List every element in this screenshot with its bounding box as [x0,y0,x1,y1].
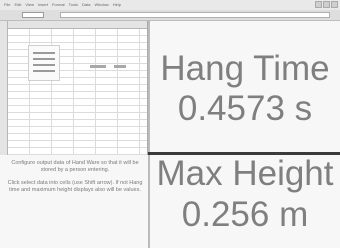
close-icon[interactable] [331,1,338,8]
maximize-icon[interactable] [323,1,330,8]
menu-item-window[interactable]: Window [94,0,108,10]
instructions-paragraph-2: Click select data into cells (use Shift … [7,180,143,193]
data-cell [90,65,106,68]
instructions-text: Configure output data of Hand Ware so th… [6,160,144,246]
hang-time-value: 0.4573 s [177,89,313,128]
instructions-paragraph-1: Configure output data of Hand Ware so th… [11,160,139,173]
data-cell [33,52,55,54]
spreadsheet-grid[interactable] [0,21,148,155]
menu-item-view[interactable]: View [25,0,34,10]
data-cell [33,58,55,60]
menu-item-tools[interactable]: Tools [69,0,78,10]
max-height-title: Max Height [156,154,334,193]
row-headers[interactable] [0,21,8,155]
spreadsheet-window: File Edit View Insert Format Tools Data … [0,0,340,248]
formula-bar [0,10,340,21]
data-cell [33,64,55,66]
menu-item-help[interactable]: Help [113,0,121,10]
menu-item-data[interactable]: Data [82,0,90,10]
window-controls [315,1,338,8]
column-headers[interactable] [0,21,147,29]
minimize-icon[interactable] [315,1,322,8]
hang-time-title: Hang Time [160,49,330,88]
menu-item-file[interactable]: File [4,0,10,10]
data-cell [114,65,126,68]
menu-item-edit[interactable]: Edit [14,0,21,10]
formula-input[interactable] [60,12,330,18]
menu-bar: File Edit View Insert Format Tools Data … [0,0,340,10]
selected-data-range[interactable] [28,45,60,81]
data-cell [33,70,55,72]
menu-item-format[interactable]: Format [52,0,65,10]
max-height-value: 0.256 m [181,195,309,234]
name-box[interactable] [22,12,44,18]
menu-item-insert[interactable]: Insert [38,0,48,10]
